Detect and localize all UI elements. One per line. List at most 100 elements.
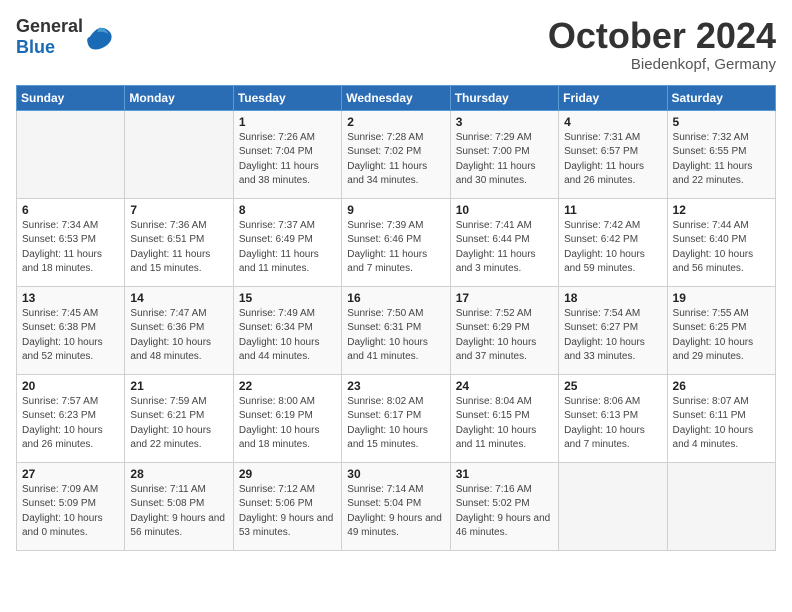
calendar-cell: 26 Sunrise: 8:07 AMSunset: 6:11 PMDayligh… [667,374,775,462]
day-info: Sunrise: 8:04 AMSunset: 6:15 PMDaylight:… [456,395,553,453]
day-info: Sunrise: 7:59 AMSunset: 6:21 PMDaylight:… [130,395,227,453]
day-number: 15 [239,291,336,305]
calendar-week-row: 6 Sunrise: 7:34 AMSunset: 6:53 PMDaylight… [17,198,776,286]
calendar-cell: 11 Sunrise: 7:42 AMSunset: 6:42 PMDayligh… [559,198,667,286]
day-info: Sunrise: 7:36 AMSunset: 6:51 PMDaylight:… [130,219,227,277]
calendar-cell: 22 Sunrise: 8:00 AMSunset: 6:19 PMDayligh… [233,374,341,462]
day-number: 10 [456,203,553,217]
day-number: 17 [456,291,553,305]
weekday-header: Monday [125,85,233,110]
day-info: Sunrise: 7:47 AMSunset: 6:36 PMDaylight:… [130,307,227,365]
day-info: Sunrise: 7:32 AMSunset: 6:55 PMDaylight:… [673,131,770,189]
calendar-cell: 31 Sunrise: 7:16 AMSunset: 5:02 PMDayligh… [450,462,558,550]
day-info: Sunrise: 8:06 AMSunset: 6:13 PMDaylight:… [564,395,661,453]
day-number: 6 [22,203,119,217]
calendar-week-row: 13Sunrise: 7:45 AMSunset: 6:38 PMDayligh… [17,286,776,374]
day-info: Sunrise: 7:49 AMSunset: 6:34 PMDaylight:… [239,307,336,365]
day-number: 4 [564,115,661,129]
day-info: Sunrise: 7:28 AMSunset: 7:02 PMDaylight:… [347,131,444,189]
day-info: Sunrise: 8:07 AMSunset: 6:11 PMDaylight:… [673,395,770,453]
day-info: Sunrise: 7:16 AMSunset: 5:02 PMDaylight:… [456,483,553,541]
calendar-cell: 4 Sunrise: 7:31 AMSunset: 6:57 PMDaylight… [559,110,667,198]
day-number: 31 [456,467,553,481]
calendar-cell: 3 Sunrise: 7:29 AMSunset: 7:00 PMDaylight… [450,110,558,198]
calendar-cell [17,110,125,198]
calendar-cell: 28Sunrise: 7:11 AMSunset: 5:08 PMDayligh… [125,462,233,550]
day-number: 14 [130,291,227,305]
weekday-header-row: SundayMondayTuesdayWednesdayThursdayFrid… [17,85,776,110]
day-info: Sunrise: 7:44 AMSunset: 6:40 PMDaylight:… [673,219,770,277]
day-info: Sunrise: 7:50 AMSunset: 6:31 PMDaylight:… [347,307,444,365]
day-info: Sunrise: 7:34 AMSunset: 6:53 PMDaylight:… [22,219,119,277]
day-info: Sunrise: 7:42 AMSunset: 6:42 PMDaylight:… [564,219,661,277]
day-info: Sunrise: 8:02 AMSunset: 6:17 PMDaylight:… [347,395,444,453]
day-info: Sunrise: 7:29 AMSunset: 7:00 PMDaylight:… [456,131,553,189]
calendar-cell: 8 Sunrise: 7:37 AMSunset: 6:49 PMDaylight… [233,198,341,286]
day-number: 30 [347,467,444,481]
logo-blue: Blue [16,37,55,57]
day-number: 21 [130,379,227,393]
day-number: 28 [130,467,227,481]
day-info: Sunrise: 8:00 AMSunset: 6:19 PMDaylight:… [239,395,336,453]
weekday-header: Tuesday [233,85,341,110]
calendar-cell: 25Sunrise: 8:06 AMSunset: 6:13 PMDayligh… [559,374,667,462]
day-info: Sunrise: 7:45 AMSunset: 6:38 PMDaylight:… [22,307,119,365]
logo-general: General [16,16,83,36]
day-info: Sunrise: 7:41 AMSunset: 6:44 PMDaylight:… [456,219,553,277]
calendar-cell: 2 Sunrise: 7:28 AMSunset: 7:02 PMDaylight… [342,110,450,198]
day-number: 20 [22,379,119,393]
day-number: 12 [673,203,770,217]
location-subtitle: Biedenkopf, Germany [548,56,776,73]
day-info: Sunrise: 7:55 AMSunset: 6:25 PMDaylight:… [673,307,770,365]
weekday-header: Wednesday [342,85,450,110]
day-info: Sunrise: 7:12 AMSunset: 5:06 PMDaylight:… [239,483,336,541]
calendar-cell: 19 Sunrise: 7:55 AMSunset: 6:25 PMDayligh… [667,286,775,374]
weekday-header: Saturday [667,85,775,110]
calendar-cell [667,462,775,550]
calendar-week-row: 27Sunrise: 7:09 AMSunset: 5:09 PMDayligh… [17,462,776,550]
day-number: 8 [239,203,336,217]
day-info: Sunrise: 7:26 AMSunset: 7:04 PMDaylight:… [239,131,336,189]
calendar-cell: 23 Sunrise: 8:02 AMSunset: 6:17 PMDayligh… [342,374,450,462]
day-number: 2 [347,115,444,129]
logo-icon [85,23,113,51]
day-number: 11 [564,203,661,217]
weekday-header: Friday [559,85,667,110]
calendar-cell: 30 Sunrise: 7:14 AMSunset: 5:04 PMDayligh… [342,462,450,550]
day-number: 5 [673,115,770,129]
day-info: Sunrise: 7:37 AMSunset: 6:49 PMDaylight:… [239,219,336,277]
calendar-cell: 9 Sunrise: 7:39 AMSunset: 6:46 PMDaylight… [342,198,450,286]
day-number: 18 [564,291,661,305]
logo-text: General Blue [16,16,83,58]
calendar-cell: 14 Sunrise: 7:47 AMSunset: 6:36 PMDayligh… [125,286,233,374]
day-number: 27 [22,467,119,481]
day-number: 23 [347,379,444,393]
calendar-cell: 16Sunrise: 7:50 AMSunset: 6:31 PMDayligh… [342,286,450,374]
day-number: 22 [239,379,336,393]
day-number: 26 [673,379,770,393]
day-number: 9 [347,203,444,217]
day-info: Sunrise: 7:14 AMSunset: 5:04 PMDaylight:… [347,483,444,541]
day-info: Sunrise: 7:39 AMSunset: 6:46 PMDaylight:… [347,219,444,277]
day-number: 1 [239,115,336,129]
title-area: October 2024 Biedenkopf, Germany [548,16,776,73]
calendar-table: SundayMondayTuesdayWednesdayThursdayFrid… [16,85,776,551]
day-number: 19 [673,291,770,305]
calendar-cell: 10 Sunrise: 7:41 AMSunset: 6:44 PMDayligh… [450,198,558,286]
day-number: 3 [456,115,553,129]
day-info: Sunrise: 7:31 AMSunset: 6:57 PMDaylight:… [564,131,661,189]
calendar-cell: 29 Sunrise: 7:12 AMSunset: 5:06 PMDayligh… [233,462,341,550]
weekday-header: Sunday [17,85,125,110]
calendar-cell: 12 Sunrise: 7:44 AMSunset: 6:40 PMDayligh… [667,198,775,286]
month-title: October 2024 [548,16,776,56]
day-number: 7 [130,203,227,217]
day-info: Sunrise: 7:54 AMSunset: 6:27 PMDaylight:… [564,307,661,365]
logo: General Blue [16,16,113,58]
calendar-cell: 7 Sunrise: 7:36 AMSunset: 6:51 PMDaylight… [125,198,233,286]
day-info: Sunrise: 7:57 AMSunset: 6:23 PMDaylight:… [22,395,119,453]
calendar-cell: 17 Sunrise: 7:52 AMSunset: 6:29 PMDayligh… [450,286,558,374]
day-number: 29 [239,467,336,481]
calendar-week-row: 1 Sunrise: 7:26 AMSunset: 7:04 PMDaylight… [17,110,776,198]
day-info: Sunrise: 7:52 AMSunset: 6:29 PMDaylight:… [456,307,553,365]
calendar-cell: 24Sunrise: 8:04 AMSunset: 6:15 PMDayligh… [450,374,558,462]
